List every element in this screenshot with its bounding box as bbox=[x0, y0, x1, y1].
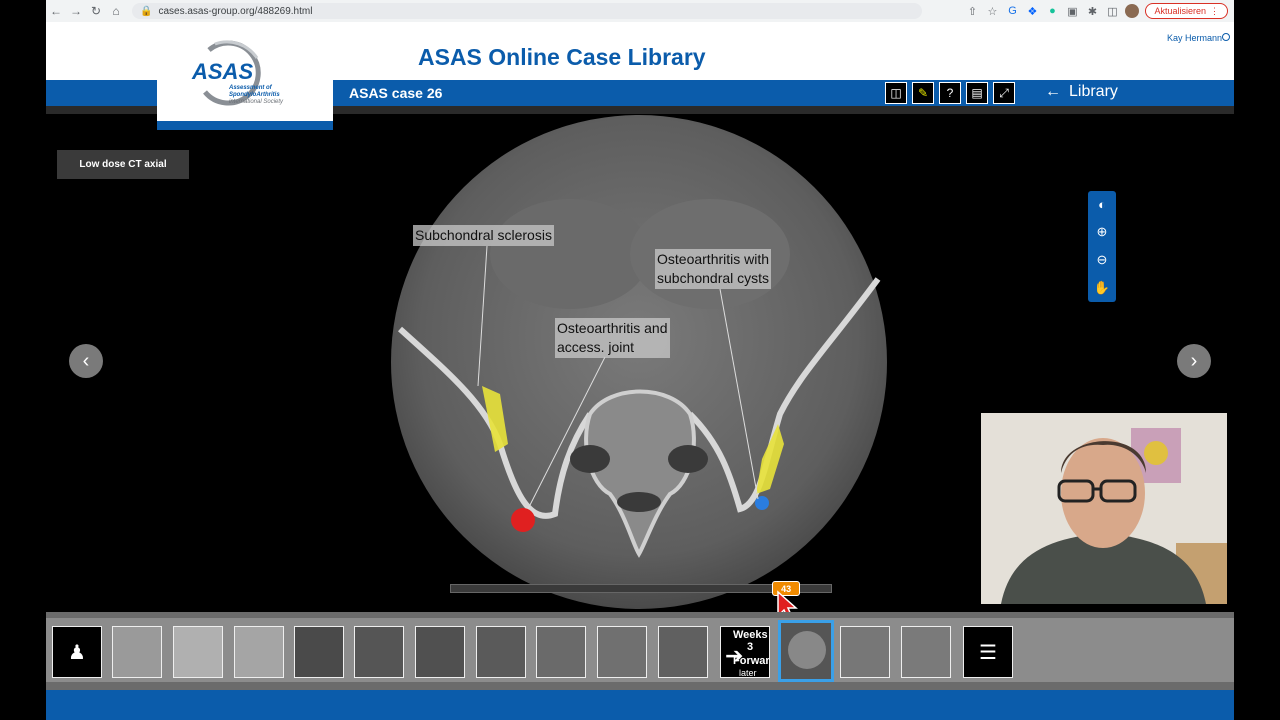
viewer-toolbar: ◫ ✎ ? ▤ ⤢ bbox=[885, 82, 1015, 104]
thumbnail-ct-coronal[interactable] bbox=[840, 626, 890, 678]
translate-icon[interactable]: G bbox=[1005, 4, 1019, 18]
reload-icon[interactable]: ↻ bbox=[86, 1, 106, 21]
annotation-line: Osteoarthritis and bbox=[557, 320, 668, 336]
annotation-line: Osteoarthritis with bbox=[657, 251, 770, 267]
extension-icon[interactable]: ▣ bbox=[1065, 4, 1079, 18]
series-label[interactable]: Low dose CT axial bbox=[57, 150, 189, 179]
thumbnail-mri-coronal[interactable] bbox=[658, 626, 708, 678]
svg-text:international Society: international Society bbox=[229, 99, 284, 105]
annotation-line: access. joint bbox=[557, 339, 635, 355]
chevron-left-icon: ‹ bbox=[82, 349, 90, 372]
library-label: Library bbox=[1069, 83, 1118, 100]
thumbnail-patient-info[interactable]: ♟ bbox=[52, 626, 102, 678]
help-icon[interactable]: ? bbox=[939, 82, 961, 104]
sidebar-icon[interactable]: ◫ bbox=[1105, 4, 1119, 18]
thumbnail-mri-axial-2[interactable] bbox=[354, 626, 404, 678]
thumbnail-mri-axial-4[interactable] bbox=[476, 626, 526, 678]
browser-toolbar: ← → ↻ ⌂ 🔒 cases.asas-group.org/488269.ht… bbox=[46, 0, 1234, 22]
thumbnail-mri-axial-3[interactable] bbox=[415, 626, 465, 678]
thumbnail-ct-axial-selected[interactable] bbox=[778, 620, 834, 682]
screen: ← → ↻ ⌂ 🔒 cases.asas-group.org/488269.ht… bbox=[0, 0, 1280, 720]
address-bar[interactable]: 🔒 cases.asas-group.org/488269.html bbox=[132, 3, 922, 19]
lock-icon: 🔒 bbox=[140, 5, 153, 17]
thumbnail-mri-sagittal-1[interactable] bbox=[536, 626, 586, 678]
brightness-contrast-icon[interactable]: ◐ bbox=[1098, 197, 1106, 212]
thumbnail-xray-spine-lat[interactable] bbox=[234, 626, 284, 678]
fullscreen-icon[interactable]: ⤢ bbox=[993, 82, 1015, 104]
dropbox-icon[interactable]: ❖ bbox=[1025, 4, 1039, 18]
zoom-out-icon[interactable]: ⊖ bbox=[1097, 252, 1108, 268]
update-button[interactable]: Aktualisieren ⋮ bbox=[1145, 3, 1228, 19]
site-title: ASAS Online Case Library bbox=[418, 44, 706, 70]
arrow-left-icon: ← bbox=[1045, 83, 1061, 100]
user-name[interactable]: Kay Hermann bbox=[1167, 33, 1222, 43]
annotation-osteoarthritis-cysts: Osteoarthritis with subchondral cysts bbox=[655, 249, 772, 289]
weeks-label: Weeks bbox=[733, 629, 768, 641]
share-icon[interactable]: ⇧ bbox=[965, 4, 979, 18]
ct-image[interactable] bbox=[390, 114, 888, 610]
image-tools: ◐ ⊕ ⊖ ✋ bbox=[1088, 191, 1116, 302]
forward-label: Forward bbox=[733, 655, 770, 667]
thumbnail-mri-axial-1[interactable] bbox=[294, 626, 344, 678]
asas-logo[interactable]: ASAS Assessment of SpondyloArthritis int… bbox=[157, 22, 333, 130]
layout-toggle-icon[interactable]: ◫ bbox=[885, 82, 907, 104]
thumbnail-ct-sagittal[interactable] bbox=[901, 626, 951, 678]
ct-thumb-graphic bbox=[788, 631, 826, 669]
more-vert-icon: ⋮ bbox=[1210, 5, 1219, 16]
annotation-line: subchondral cysts bbox=[657, 270, 770, 286]
svg-text:ASAS: ASAS bbox=[191, 59, 253, 84]
svg-text:SpondyloArthritis: SpondyloArthritis bbox=[229, 92, 280, 98]
people-icon: ♟ bbox=[53, 627, 101, 677]
profile-avatar[interactable] bbox=[1125, 4, 1140, 18]
zoom-in-icon[interactable]: ⊕ bbox=[1097, 224, 1108, 240]
forward-icon[interactable]: → bbox=[66, 1, 86, 21]
book-reader-icon: ☰ bbox=[979, 641, 997, 664]
library-link[interactable]: ← Library bbox=[1045, 83, 1118, 101]
comment-icon[interactable]: ▤ bbox=[966, 82, 988, 104]
chevron-right-icon: › bbox=[1190, 349, 1198, 372]
next-image-button[interactable]: › bbox=[1177, 344, 1211, 378]
pan-hand-icon[interactable]: ✋ bbox=[1094, 280, 1110, 296]
logo-graphic-icon: ASAS Assessment of SpondyloArthritis int… bbox=[191, 40, 284, 106]
svg-text:Assessment of: Assessment of bbox=[228, 85, 273, 91]
url-text: cases.asas-group.org/488269.html bbox=[158, 5, 313, 17]
weeks-number: 3 bbox=[747, 641, 754, 653]
annotation-subchondral-sclerosis: Subchondral sclerosis bbox=[413, 225, 554, 246]
presenter-webcam bbox=[981, 413, 1227, 604]
user-status-icon bbox=[1222, 33, 1230, 41]
bookmark-star-icon[interactable]: ☆ bbox=[985, 4, 999, 18]
grammarly-icon[interactable]: ● bbox=[1045, 4, 1059, 18]
thumbnail-xray-spine-ap[interactable] bbox=[173, 626, 223, 678]
thumbnail-case-summary[interactable]: ☰ bbox=[963, 626, 1013, 678]
page-footer bbox=[46, 690, 1234, 720]
later-label: later bbox=[739, 668, 757, 678]
annotation-toggle-icon[interactable]: ✎ bbox=[912, 82, 934, 104]
puzzle-icon[interactable]: ✱ bbox=[1085, 4, 1099, 18]
thumbnail-mri-sagittal-2[interactable] bbox=[597, 626, 647, 678]
thumbnail-xray-pelvis[interactable] bbox=[112, 626, 162, 678]
update-label: Aktualisieren bbox=[1154, 6, 1206, 16]
thumbnail-weeks-later[interactable]: Weeks 3 ➔ Forward later bbox=[720, 626, 770, 678]
annotation-osteoarthritis-access-joint: Osteoarthritis and access. joint bbox=[555, 318, 670, 358]
previous-image-button[interactable]: ‹ bbox=[69, 344, 103, 378]
case-title: ASAS case 26 bbox=[349, 85, 443, 101]
back-icon[interactable]: ← bbox=[46, 1, 66, 21]
home-icon[interactable]: ⌂ bbox=[106, 1, 126, 21]
